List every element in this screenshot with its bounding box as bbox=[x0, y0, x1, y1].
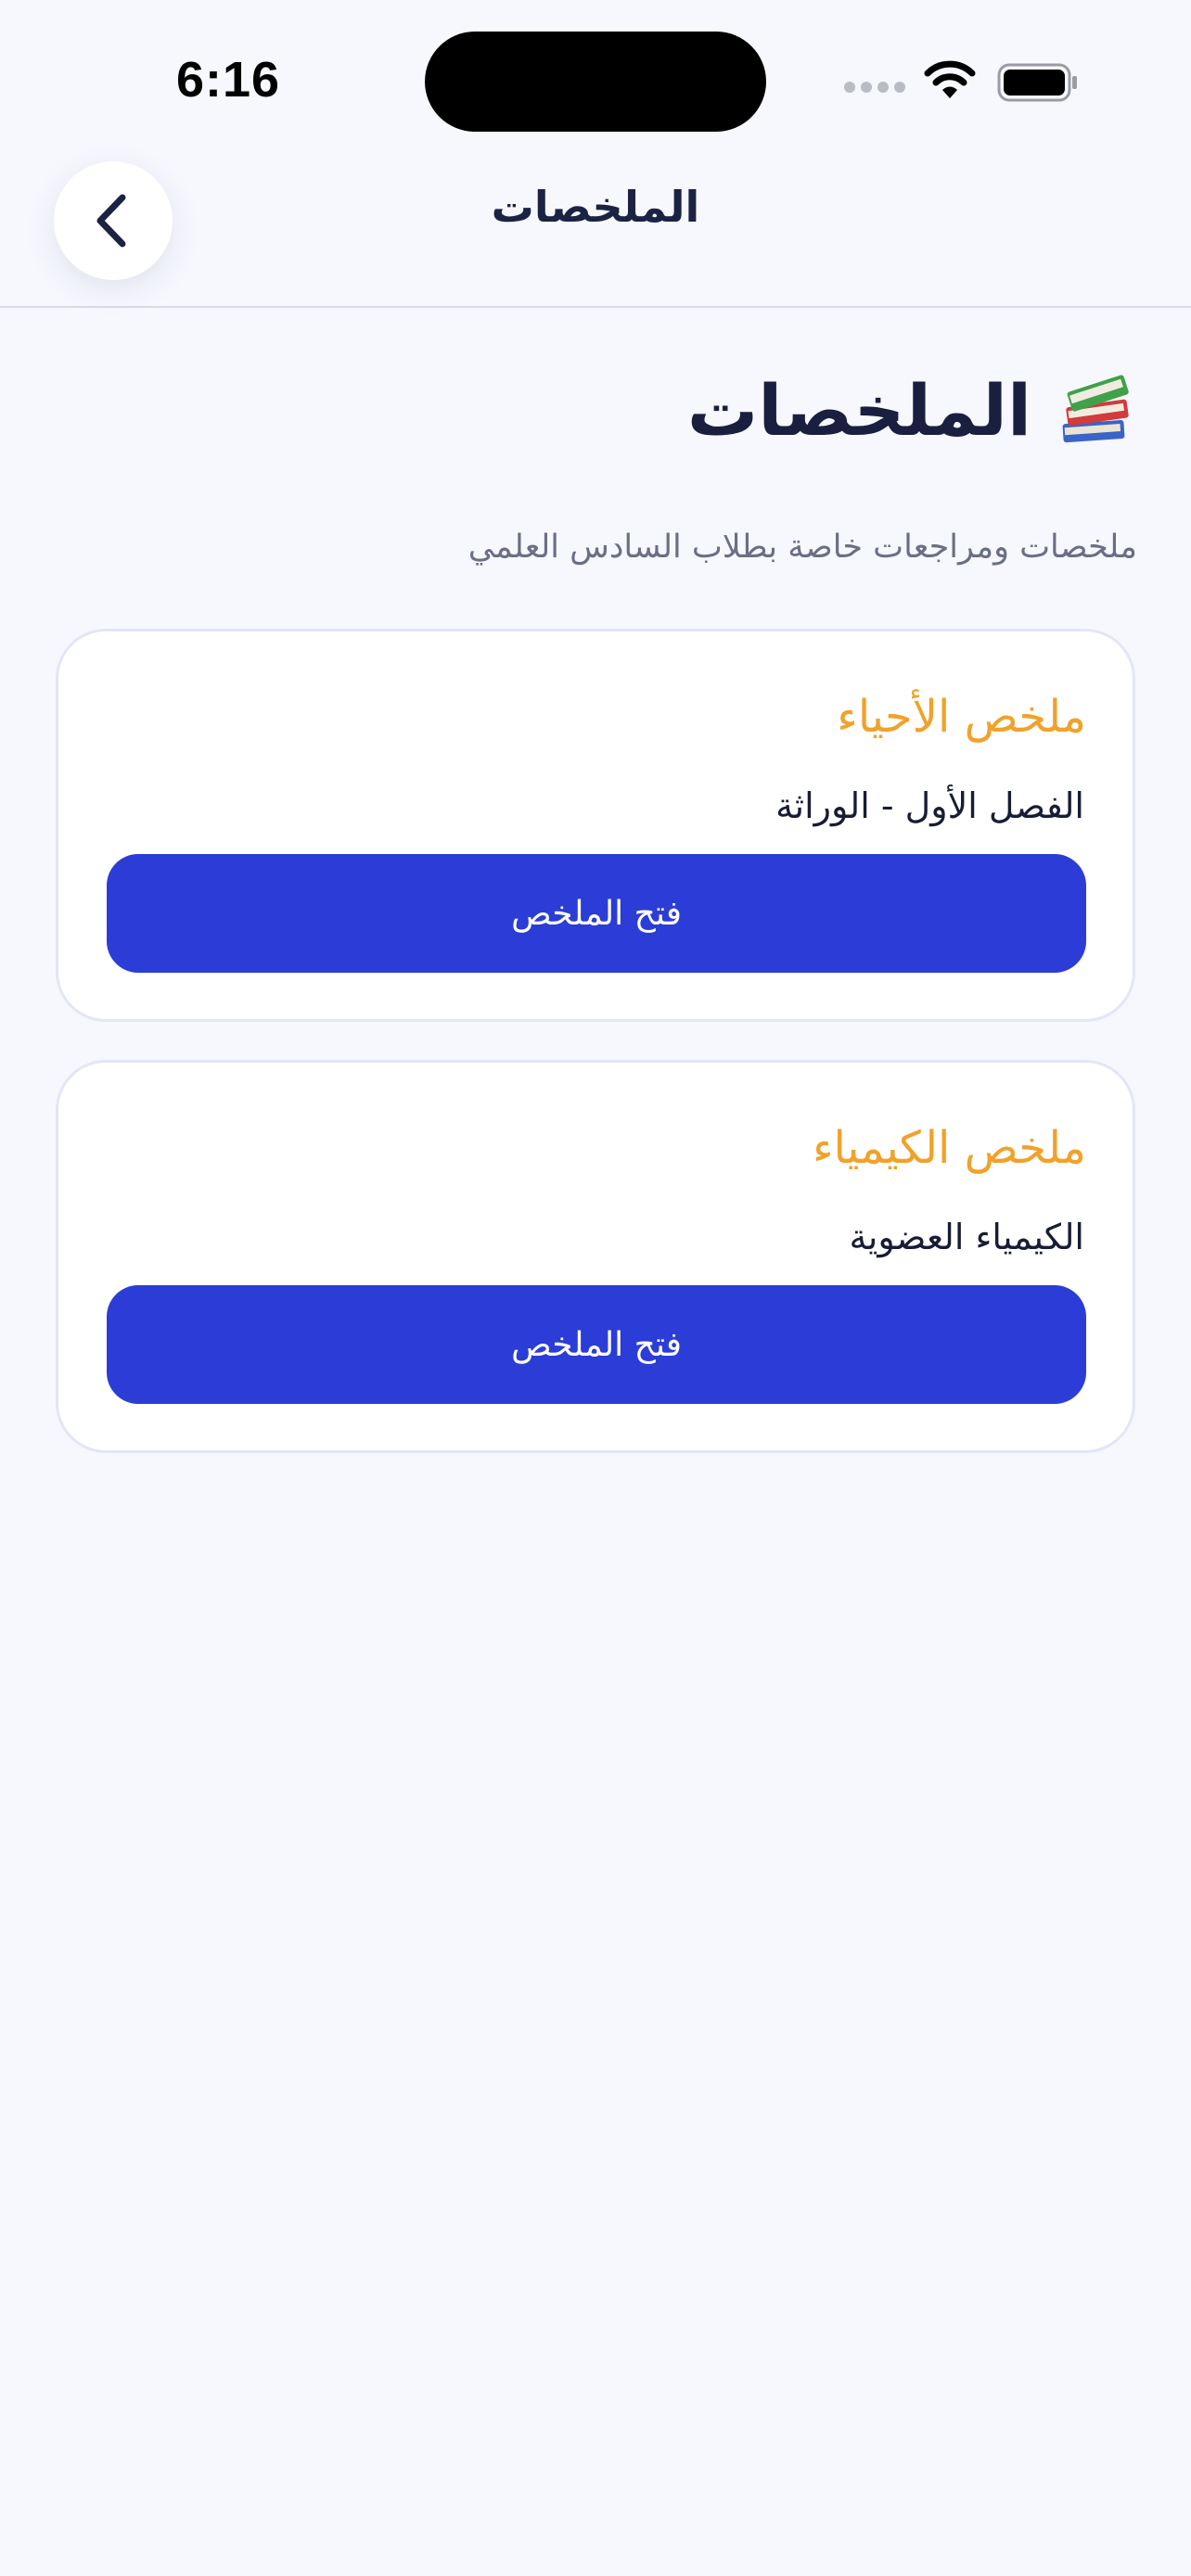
chevron-left-icon bbox=[96, 194, 126, 248]
status-time: 6:16 bbox=[176, 52, 281, 108]
open-summary-button[interactable]: فتح الملخص bbox=[107, 854, 1086, 973]
summary-card-chemistry: ملخص الكيمياء الكيمياء العضوية فتح الملخ… bbox=[56, 1060, 1135, 1453]
navigation-bar: الملخصات bbox=[0, 148, 1191, 308]
cellular-signal-icon bbox=[844, 82, 905, 96]
open-summary-button[interactable]: فتح الملخص bbox=[107, 1285, 1086, 1404]
nav-title: الملخصات bbox=[491, 182, 700, 232]
books-icon bbox=[1062, 374, 1129, 442]
card-title: ملخص الأحياء bbox=[837, 691, 1086, 743]
page-subtitle: ملخصات ومراجعات خاصة بطلاب السادس العلمي bbox=[467, 529, 1137, 566]
battery-icon bbox=[997, 63, 1077, 102]
card-subtitle: الفصل الأول - الوراثة bbox=[775, 785, 1084, 826]
page-heading: الملخصات bbox=[59, 369, 1135, 452]
status-bar: 6:16 bbox=[0, 0, 1191, 148]
card-subtitle: الكيمياء العضوية bbox=[849, 1217, 1084, 1257]
card-title: ملخص الكيمياء bbox=[812, 1122, 1086, 1174]
back-button[interactable] bbox=[54, 161, 173, 280]
page-title: الملخصات bbox=[686, 369, 1031, 452]
wifi-icon bbox=[924, 60, 976, 98]
dynamic-island bbox=[425, 32, 766, 132]
summary-card-biology: ملخص الأحياء الفصل الأول - الوراثة فتح ا… bbox=[56, 629, 1135, 1022]
